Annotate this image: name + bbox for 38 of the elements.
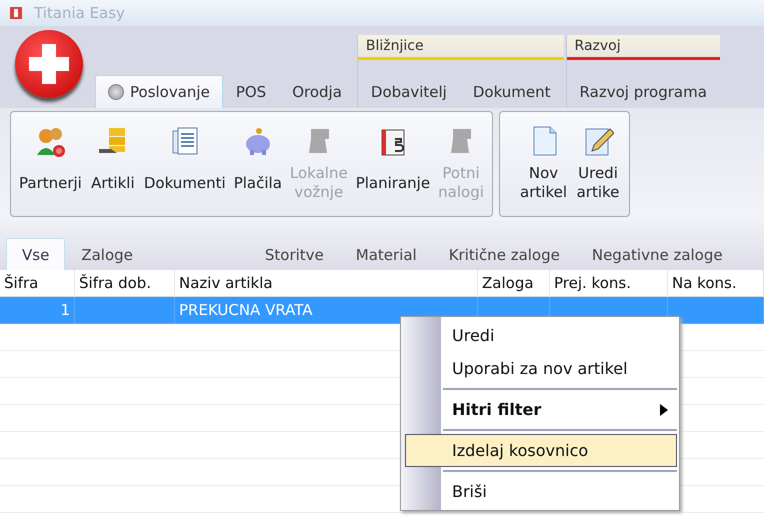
ribbon-button[interactable]: Partnerji	[15, 112, 86, 193]
status-dot-icon	[108, 84, 124, 100]
ribbon-tab[interactable]: POS	[222, 75, 280, 108]
ribbon-button[interactable]: Nov artikel	[516, 112, 572, 202]
table-cell: PREKUCNA VRATA	[175, 297, 478, 324]
ribbon-tab[interactable]: Poslovanje	[95, 75, 223, 108]
column-header[interactable]: Naziv artikla	[175, 270, 478, 297]
filter-tab[interactable]: Negativne zaloge	[576, 238, 739, 270]
column-header[interactable]: Na kons.	[668, 270, 764, 297]
filter-tab[interactable]: Vse	[6, 238, 66, 270]
column-header[interactable]: Zaloga	[478, 270, 550, 297]
filter-tab[interactable]: Zaloge	[65, 238, 149, 270]
ribbon-tab[interactable]: Razvoj programa	[566, 75, 720, 108]
window-icon	[8, 5, 24, 21]
menu-item[interactable]: Izdelaj kosovnico	[405, 434, 677, 467]
tab-group-header: Razvoj	[566, 35, 720, 60]
window-title: Titania Easy	[34, 4, 125, 22]
filter-tab[interactable]: Material	[340, 238, 433, 270]
table-cell: 1	[0, 297, 75, 324]
ribbon-tab[interactable]: Dobavitelj	[358, 75, 460, 108]
cross-icon	[27, 42, 71, 86]
ribbon-tab[interactable]: Dokument	[460, 75, 564, 108]
column-header[interactable]: Prej. kons.	[550, 270, 668, 297]
ribbon-button[interactable]: Uredi artike	[571, 112, 626, 202]
tab-group-header: Bližnjice	[358, 35, 564, 60]
app-menu-button[interactable]	[15, 30, 83, 98]
menu-item[interactable]: Briši	[441, 475, 677, 508]
filter-tab[interactable]: Kritične zaloge	[432, 238, 576, 270]
filter-tab[interactable]: Storitve	[248, 238, 340, 270]
ribbon-tab[interactable]: Orodja	[279, 75, 355, 108]
column-header[interactable]: Šifra dob.	[75, 270, 175, 297]
ribbon-button[interactable]: Planiranje	[352, 112, 434, 193]
ribbon-button[interactable]: Dokumenti	[140, 112, 230, 193]
menu-item[interactable]: Hitri filter	[441, 393, 677, 426]
column-header[interactable]: Šifra	[0, 270, 75, 297]
ribbon-button[interactable]: Artikli	[86, 112, 140, 193]
ribbon-button[interactable]: Plačila	[230, 112, 286, 193]
menu-item[interactable]: Uporabi za nov artikel	[441, 352, 677, 385]
